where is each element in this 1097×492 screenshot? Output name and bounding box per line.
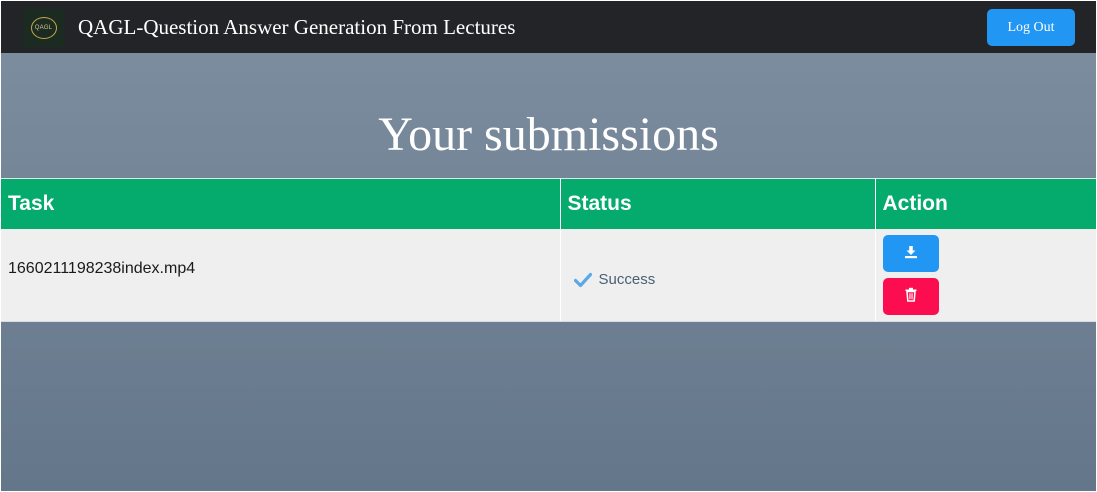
check-icon [573, 271, 592, 289]
submissions-table-container: Task Status Action 1660211198238index.mp… [1, 178, 1096, 322]
table-row: 1660211198238index.mp4 Success [1, 228, 1096, 322]
app-title: QAGL-Question Answer Generation From Lec… [78, 15, 516, 39]
logo-ring: QAGL [30, 17, 57, 39]
column-header-status: Status [560, 178, 876, 229]
app-logo: QAGL [23, 9, 64, 47]
download-button[interactable] [882, 234, 939, 272]
top-navbar: QAGL QAGL-Question Answer Generation Fro… [1, 1, 1096, 53]
status-indicator: Success [568, 261, 868, 289]
submissions-table: Task Status Action 1660211198238index.mp… [1, 178, 1096, 322]
logout-button[interactable]: Log Out [987, 9, 1075, 46]
table-header-row: Task Status Action [1, 178, 1096, 229]
logo-text: QAGL [34, 25, 53, 31]
action-buttons [882, 234, 1090, 315]
download-icon [904, 245, 918, 262]
column-header-action: Action [875, 178, 1096, 229]
status-text: Success [598, 271, 656, 289]
column-header-task: Task [1, 178, 561, 229]
trash-icon [904, 287, 918, 305]
task-filename: 1660211198238index.mp4 [8, 259, 196, 277]
task-cell: 1660211198238index.mp4 [1, 228, 561, 322]
delete-button[interactable] [882, 277, 939, 315]
status-cell: Success [560, 228, 876, 322]
page-title: Your submissions [378, 108, 719, 161]
app-window: QAGL QAGL-Question Answer Generation Fro… [1, 1, 1096, 491]
action-cell [875, 228, 1096, 322]
